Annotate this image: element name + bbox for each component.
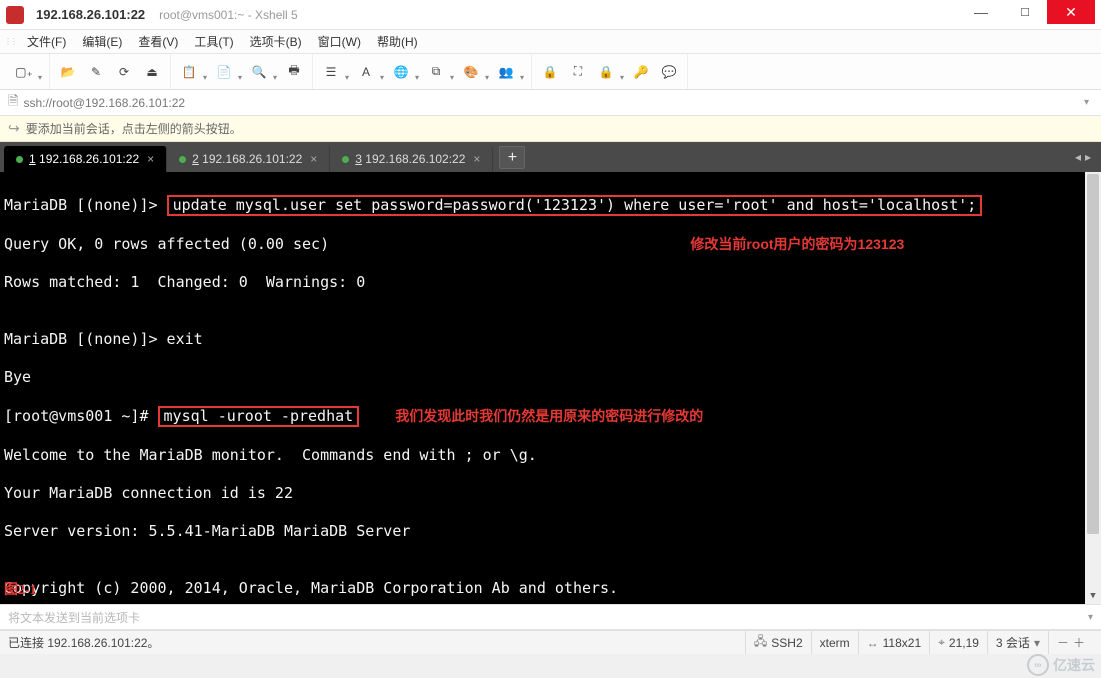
tab-session-2[interactable]: 2 192.168.26.101:22 × [167, 146, 330, 172]
menu-tabs[interactable]: 选项卡(B) [243, 31, 309, 52]
group2-copy-icon[interactable]: 📋 [176, 59, 202, 85]
reconnect-icon[interactable]: ⟳ [111, 59, 137, 85]
watermark-icon: ∞ [1027, 654, 1049, 676]
window-sub-title: root@vms001:~ - Xshell 5 [159, 8, 298, 22]
status-connection: 已连接 192.168.26.101:22。 [8, 634, 159, 651]
annotation-1: 修改当前root用户的密码为123123 [690, 236, 904, 252]
compose-dropdown-icon[interactable]: ▾ [1088, 612, 1093, 623]
lock-icon[interactable]: 🔒 [537, 59, 563, 85]
tab-add-button[interactable]: + [499, 146, 525, 169]
status-minus-icon[interactable]: － [1057, 634, 1069, 651]
hint-text: 要添加当前会话，点击左侧的箭头按钮。 [26, 120, 242, 137]
tab-session-3[interactable]: 3 192.168.26.102:22 × [330, 146, 493, 172]
open-icon[interactable]: 📂 [55, 59, 81, 85]
add-session-icon[interactable]: ↪ [8, 120, 20, 137]
size-icon: ↔ [867, 636, 879, 650]
print-icon[interactable]: 🖶 [281, 59, 307, 85]
scroll-down-icon[interactable]: ▼ [1085, 588, 1101, 604]
transfer-icon[interactable]: 🔒 [593, 59, 619, 85]
address-url: ssh://root@192.168.26.101:22 [23, 96, 185, 110]
properties-icon[interactable]: ☰ [318, 59, 344, 85]
compose-input-bar[interactable]: 将文本发送到当前选项卡 ▾ [0, 604, 1101, 630]
terminal-type-icon[interactable]: ⧉ [423, 59, 449, 85]
lock-icon: 🗎 [8, 92, 18, 114]
maximize-button[interactable]: ☐ [1003, 0, 1047, 24]
highlighted-command-1: update mysql.user set password=password(… [167, 195, 983, 216]
menu-edit[interactable]: 编辑(E) [75, 31, 129, 52]
status-bar: 已连接 192.168.26.101:22。 🖧 SSH2 xterm ↔ 118x… [0, 630, 1101, 654]
menu-bar: ⋮⋮ 文件(F) 编辑(E) 查看(V) 工具(T) 选项卡(B) 窗口(W) … [0, 30, 1101, 54]
menu-view[interactable]: 查看(V) [131, 31, 185, 52]
disconnect-icon[interactable]: ⏏ [139, 59, 165, 85]
compose-placeholder: 将文本发送到当前选项卡 [8, 609, 140, 626]
fullscreen-icon[interactable]: ⛶ [565, 59, 591, 85]
menu-file[interactable]: 文件(F) [20, 31, 73, 52]
hint-bar: ↪ 要添加当前会话，点击左侧的箭头按钮。 [0, 116, 1101, 142]
session-tab-bar: 1 192.168.26.101:22 × 2 192.168.26.101:2… [0, 142, 1101, 172]
tab-nav-right-icon[interactable]: ▸ [1085, 150, 1091, 164]
address-bar[interactable]: 🗎 ssh://root@192.168.26.101:22 ▾ [0, 90, 1101, 116]
users-icon[interactable]: 👥 [493, 59, 519, 85]
tab-close-icon[interactable]: × [473, 152, 480, 166]
window-title-bar: 192.168.26.101:22 root@vms001:~ - Xshell… [0, 0, 1101, 30]
tab-status-dot [16, 156, 23, 163]
annotation-2: 我们发现此时我们仍然是用原来的密码进行修改的 [395, 408, 703, 424]
status-size: 118x21 [883, 636, 921, 650]
find-icon[interactable]: 🔍 [246, 59, 272, 85]
figure-label: 图2-1 [4, 581, 37, 600]
protocol-icon: 🖧 [754, 632, 767, 653]
terminal-output[interactable]: MariaDB [(none)]> update mysql.user set … [0, 172, 1101, 604]
color-icon[interactable]: 🎨 [458, 59, 484, 85]
scrollbar-thumb[interactable] [1087, 174, 1099, 534]
tab-close-icon[interactable]: × [310, 152, 317, 166]
menu-tools[interactable]: 工具(T) [187, 31, 240, 52]
font-icon[interactable]: A [353, 59, 379, 85]
terminal-scrollbar[interactable]: ▲ ▼ [1085, 172, 1101, 604]
menu-help[interactable]: 帮助(H) [370, 31, 425, 52]
close-button[interactable]: ✕ [1047, 0, 1095, 24]
status-cursor: 21,19 [949, 636, 979, 650]
tab-status-dot [342, 156, 349, 163]
minimize-button[interactable]: — [959, 0, 1003, 24]
new-session-icon[interactable]: ▢₊ [11, 59, 37, 85]
paste-icon[interactable]: 📄 [211, 59, 237, 85]
key-icon[interactable]: 🔑 [628, 59, 654, 85]
toolbar: ▢₊ 📂✎⟳⏏ 📋 📄 🔍 🖶 ☰ A 🌐 ⧉ 🎨 👥 🔒⛶🔒 🔑💬 [0, 54, 1101, 90]
watermark: ∞ 亿速云 [1027, 654, 1095, 676]
menu-window[interactable]: 窗口(W) [311, 31, 368, 52]
tab-nav-left-icon[interactable]: ◂ [1075, 150, 1081, 164]
window-host-title: 192.168.26.101:22 [36, 7, 145, 22]
status-term: xterm [820, 636, 850, 650]
status-protocol: SSH2 [771, 636, 802, 650]
tab-session-1[interactable]: 1 192.168.26.101:22 × [4, 146, 167, 172]
address-dropdown-icon[interactable]: ▾ [1080, 97, 1093, 108]
help-icon[interactable]: 💬 [656, 59, 682, 85]
send-icon[interactable]: ✎ [83, 59, 109, 85]
app-icon [6, 6, 24, 24]
globe-icon[interactable]: 🌐 [388, 59, 414, 85]
cursor-icon: ⌖ [938, 635, 945, 650]
tab-status-dot [179, 156, 186, 163]
tab-close-icon[interactable]: × [147, 152, 154, 166]
grip-icon: ⋮⋮ [4, 37, 16, 46]
sessions-dropdown-icon[interactable]: ▾ [1034, 636, 1040, 650]
status-plus-icon[interactable]: ＋ [1073, 634, 1085, 651]
status-sessions: 3 会话 [996, 634, 1030, 651]
highlighted-command-2: mysql -uroot -predhat [158, 406, 360, 427]
